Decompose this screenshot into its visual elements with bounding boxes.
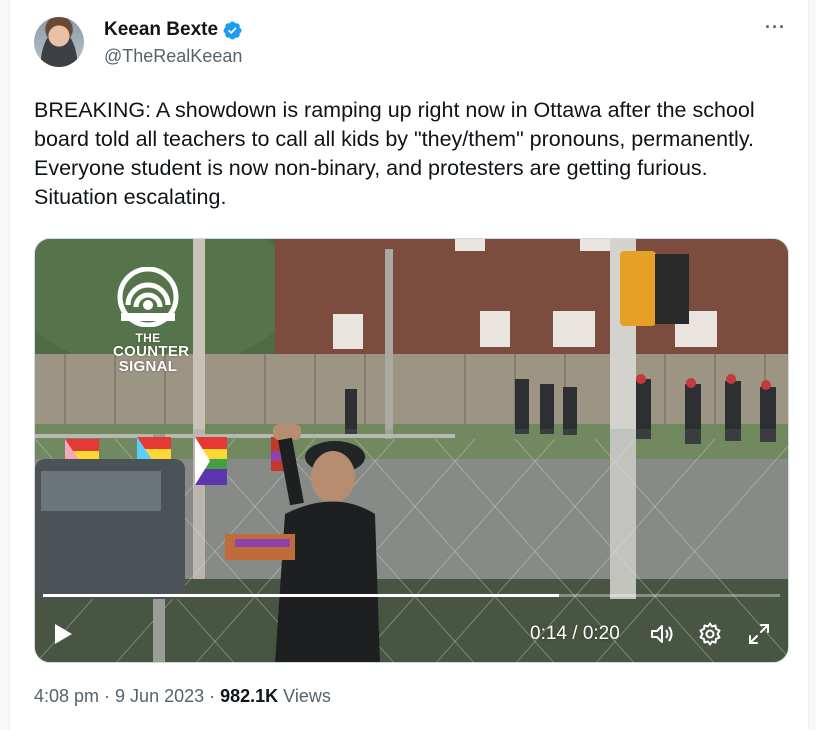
tweet-meta: 4:08 pm · 9 Jun 2023 · 982.1K Views xyxy=(34,686,331,707)
watermark-line-3: SIGNAL xyxy=(118,358,178,375)
author-name-row: Keean Bexte xyxy=(104,19,243,41)
video-time: 0:14 / 0:20 xyxy=(530,623,620,644)
views-count: 982.1K xyxy=(220,686,279,706)
settings-gear-icon[interactable] xyxy=(697,621,723,647)
watermark-line-2: COUNTER xyxy=(113,343,190,360)
tweet-text: BREAKING: A showdown is ramping up right… xyxy=(34,98,755,209)
author-display-name[interactable]: Keean Bexte xyxy=(104,19,218,41)
volume-icon[interactable] xyxy=(649,621,675,647)
video-progress-bar[interactable] xyxy=(43,594,780,597)
video-progress-fill xyxy=(43,594,559,597)
views-label: Views xyxy=(283,686,331,706)
meta-separator: · xyxy=(209,686,216,706)
fullscreen-icon[interactable] xyxy=(746,621,772,647)
more-options-button[interactable]: ··· xyxy=(765,18,786,36)
play-icon[interactable] xyxy=(52,623,74,645)
author-handle[interactable]: @TheRealKeean xyxy=(104,46,242,67)
tweet-card: Keean Bexte @TheRealKeean ··· BREAKING: … xyxy=(9,0,809,730)
tweet-time[interactable]: 4:08 pm xyxy=(34,686,99,707)
verified-badge-icon xyxy=(223,21,242,39)
tweet-date[interactable]: 9 Jun 2023 xyxy=(115,686,204,707)
video-player[interactable]: THE COUNTER SIGNAL 0:14 / 0:20 xyxy=(34,238,789,663)
counter-signal-watermark: THE COUNTER SIGNAL xyxy=(113,266,190,375)
meta-separator: · xyxy=(104,686,111,706)
broadcast-logo-icon xyxy=(117,266,179,328)
avatar[interactable] xyxy=(34,17,84,67)
